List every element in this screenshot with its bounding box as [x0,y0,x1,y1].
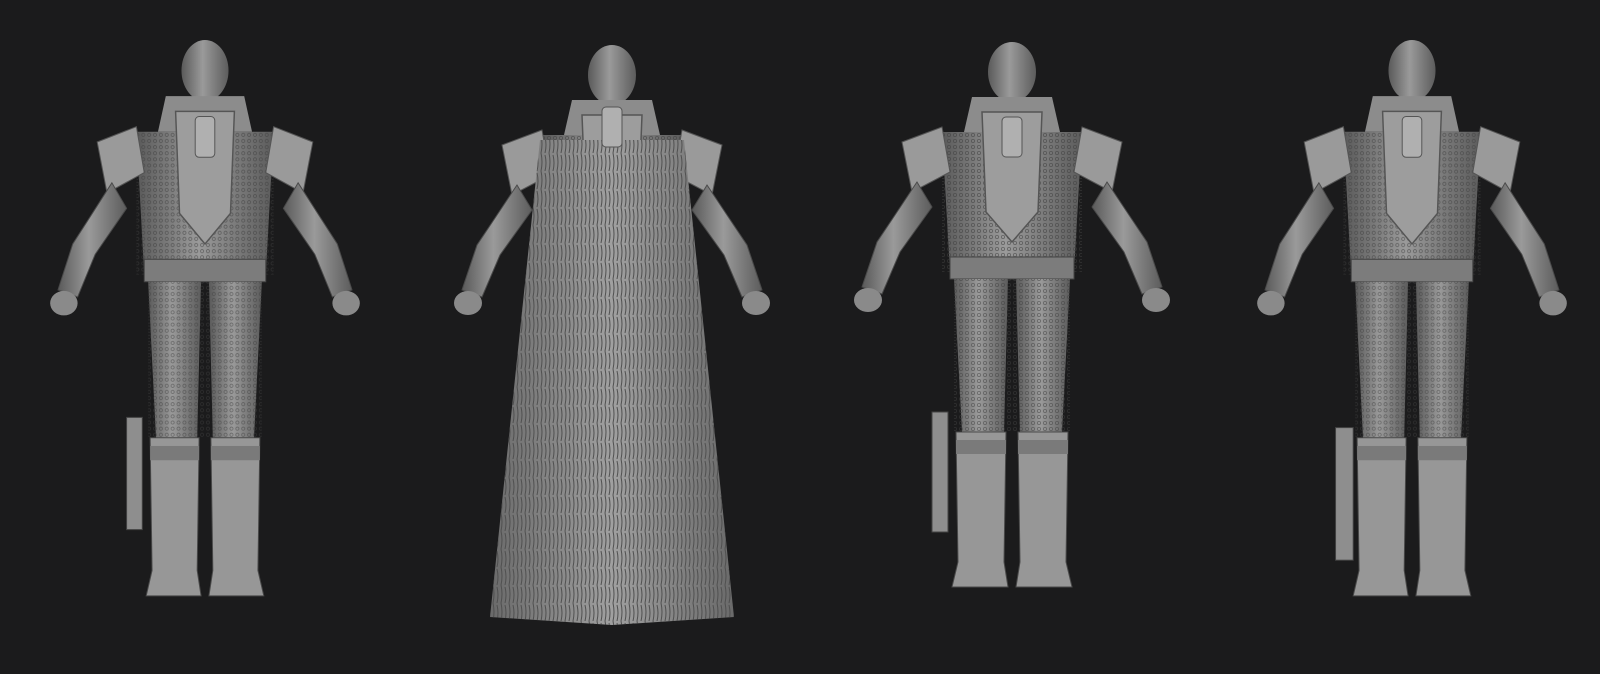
figure-view-back-with-cape [453,44,771,625]
figure-view-three-quarter-right [1256,39,1568,597]
render-canvas [0,0,1600,674]
figure-view-three-quarter-left [49,39,361,597]
turnaround-render [49,39,1568,625]
figure-view-back [853,41,1171,588]
